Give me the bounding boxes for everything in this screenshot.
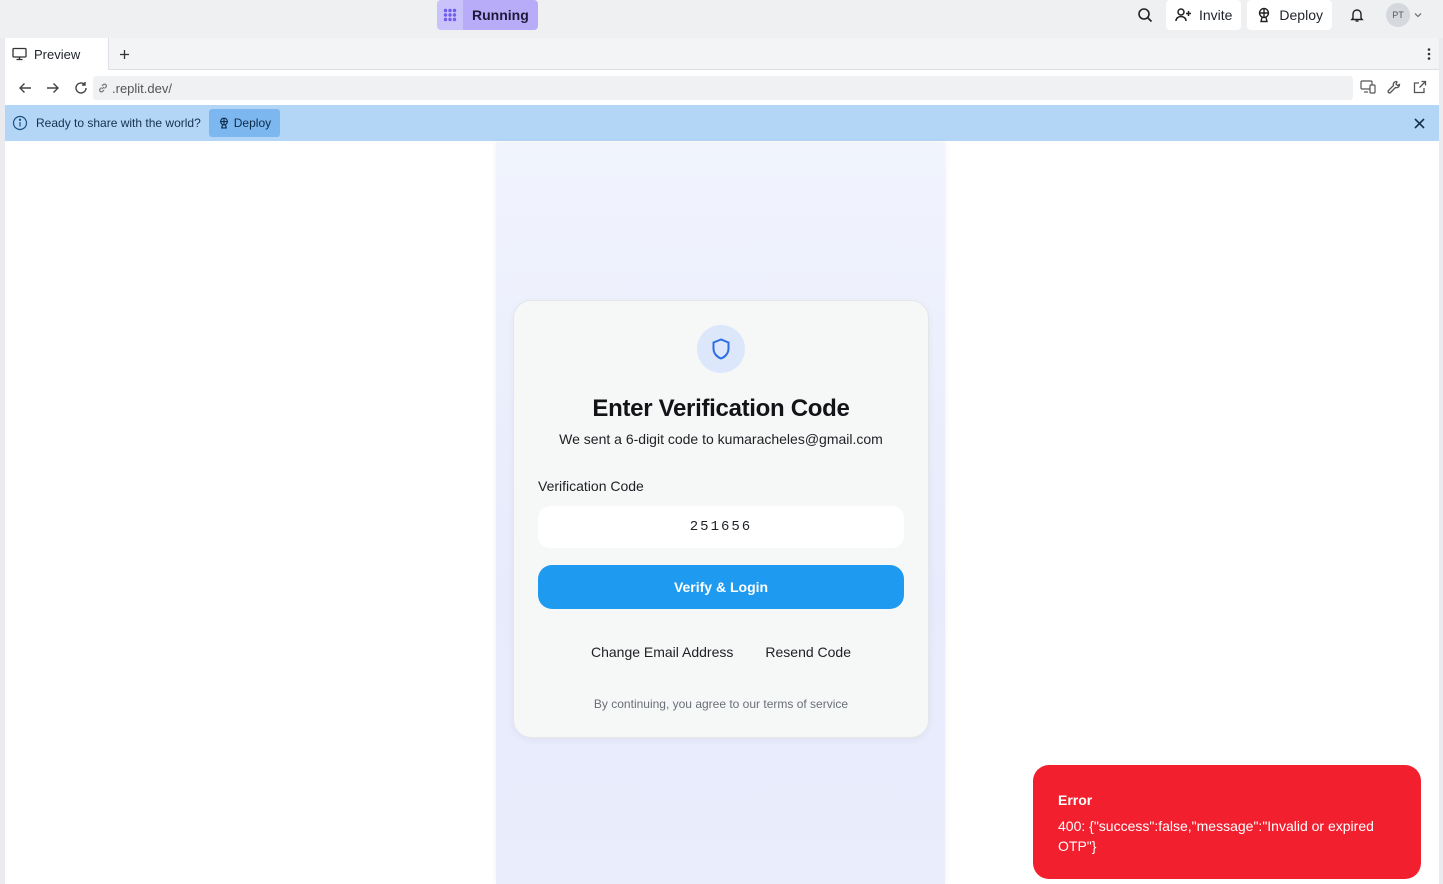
terms-notice: By continuing, you agree to our terms of… bbox=[593, 697, 849, 711]
deploy-button[interactable]: Deploy bbox=[1247, 0, 1332, 30]
new-tab-button[interactable] bbox=[109, 38, 139, 70]
banner-deploy-button[interactable]: Deploy bbox=[208, 109, 281, 137]
banner-close-button[interactable] bbox=[1407, 111, 1431, 135]
forward-button[interactable] bbox=[39, 74, 67, 102]
search-button[interactable] bbox=[1130, 0, 1160, 30]
deploy-icon bbox=[219, 117, 228, 129]
invite-button[interactable]: Invite bbox=[1165, 0, 1242, 30]
chevron-down-icon bbox=[1414, 13, 1422, 18]
plus-icon bbox=[119, 49, 129, 59]
banner-deploy-label: Deploy bbox=[233, 116, 272, 130]
bell-icon bbox=[1350, 9, 1364, 22]
url-input[interactable]: .replit.dev/ bbox=[93, 76, 1353, 100]
back-arrow-icon bbox=[19, 82, 31, 93]
reload-icon bbox=[75, 81, 87, 94]
deploy-icon bbox=[1259, 7, 1270, 23]
page-title: Enter Verification Code bbox=[592, 395, 850, 422]
forward-arrow-icon bbox=[47, 82, 59, 93]
verification-code-input[interactable] bbox=[538, 506, 904, 548]
verification-card: Enter Verification Code We sent a 6-digi… bbox=[513, 300, 929, 738]
workspace-header: Running Invite Deploy PT bbox=[0, 0, 1443, 38]
monitor-icon bbox=[12, 47, 27, 61]
url-text: .replit.dev/ bbox=[112, 80, 172, 96]
secondary-actions: Change Email Address Resend Code bbox=[514, 644, 928, 660]
close-icon bbox=[1413, 117, 1425, 129]
change-email-link[interactable]: Change Email Address bbox=[591, 644, 733, 660]
search-icon bbox=[1138, 8, 1153, 23]
code-field-label: Verification Code bbox=[538, 478, 644, 494]
verify-login-button[interactable]: Verify & Login bbox=[538, 565, 904, 609]
page-subtitle: We sent a 6-digit code to kumaracheles@g… bbox=[559, 431, 883, 447]
tab-more-button[interactable] bbox=[1427, 38, 1431, 70]
run-status-label: Running bbox=[463, 0, 538, 30]
app-frame: Enter Verification Code We sent a 6-digi… bbox=[496, 142, 945, 884]
deploy-label: Deploy bbox=[1279, 7, 1323, 23]
preview-panel: Preview .replit.dev/ Ready to share with… bbox=[5, 38, 1439, 884]
link-icon bbox=[99, 83, 107, 93]
external-link-icon bbox=[1413, 80, 1427, 94]
devices-icon bbox=[1360, 80, 1376, 94]
banner-message: Ready to share with the world? bbox=[36, 116, 201, 130]
toast-message: 400: {"success":false,"message":"Invalid… bbox=[1058, 818, 1374, 854]
notifications-button[interactable] bbox=[1342, 0, 1372, 30]
more-vertical-icon bbox=[1427, 48, 1431, 60]
url-bar: .replit.dev/ bbox=[5, 70, 1439, 105]
back-button[interactable] bbox=[11, 74, 39, 102]
info-icon bbox=[12, 115, 28, 131]
apps-grid-icon bbox=[437, 0, 463, 30]
avatar: PT bbox=[1386, 3, 1410, 27]
resend-code-link[interactable]: Resend Code bbox=[765, 644, 851, 660]
tab-preview[interactable]: Preview bbox=[5, 38, 109, 70]
user-plus-icon bbox=[1175, 8, 1191, 22]
tab-bar: Preview bbox=[5, 38, 1439, 70]
invite-label: Invite bbox=[1198, 7, 1233, 23]
shield-badge bbox=[697, 325, 745, 373]
wrench-icon bbox=[1387, 80, 1401, 94]
error-toast[interactable]: Error 400: {"success":false,"message":"I… bbox=[1033, 765, 1421, 879]
toast-title: Error bbox=[1058, 792, 1093, 808]
reload-button[interactable] bbox=[67, 74, 95, 102]
shield-icon bbox=[712, 338, 730, 360]
devices-button[interactable] bbox=[1355, 74, 1381, 100]
tab-label: Preview bbox=[34, 46, 81, 62]
run-status-button[interactable]: Running bbox=[437, 0, 538, 30]
url-tools bbox=[1355, 74, 1433, 100]
account-menu[interactable]: PT bbox=[1386, 3, 1423, 27]
deploy-banner: Ready to share with the world? Deploy bbox=[5, 105, 1439, 141]
open-new-tab-button[interactable] bbox=[1407, 74, 1433, 100]
devtools-button[interactable] bbox=[1381, 74, 1407, 100]
